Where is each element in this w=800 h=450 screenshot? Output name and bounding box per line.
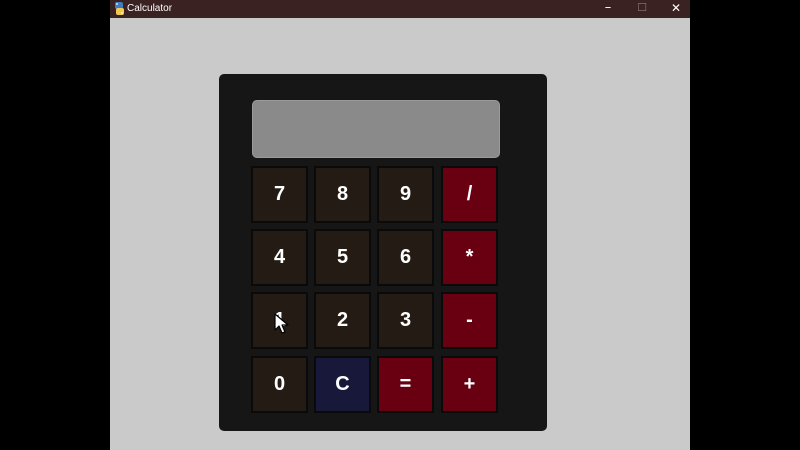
key-subtract[interactable]: -	[441, 292, 498, 349]
close-icon: ✕	[670, 1, 682, 15]
key-1[interactable]: 1	[251, 292, 308, 349]
maximize-button[interactable]: ☐	[625, 0, 659, 18]
key-7[interactable]: 7	[251, 166, 308, 223]
key-add[interactable]: +	[441, 356, 498, 413]
key-equals[interactable]: =	[377, 356, 434, 413]
key-0[interactable]: 0	[251, 356, 308, 413]
key-9[interactable]: 9	[377, 166, 434, 223]
calculator-body: 7 8 9 / 4 5 6 * 1 2 3 - 0 C = +	[219, 74, 547, 431]
python-icon	[114, 2, 125, 15]
key-clear[interactable]: C	[314, 356, 371, 413]
calculator-display	[252, 100, 500, 158]
client-area: 7 8 9 / 4 5 6 * 1 2 3 - 0 C = +	[110, 18, 690, 450]
key-4[interactable]: 4	[251, 229, 308, 286]
close-button[interactable]: ✕	[659, 0, 693, 18]
key-8[interactable]: 8	[314, 166, 371, 223]
key-6[interactable]: 6	[377, 229, 434, 286]
minimize-button[interactable]: –	[591, 0, 625, 18]
maximize-icon: ☐	[637, 1, 647, 14]
key-multiply[interactable]: *	[441, 229, 498, 286]
key-divide[interactable]: /	[441, 166, 498, 223]
title-bar[interactable]: Calculator – ☐ ✕	[110, 0, 690, 18]
key-2[interactable]: 2	[314, 292, 371, 349]
minimize-icon: –	[604, 0, 612, 15]
key-5[interactable]: 5	[314, 229, 371, 286]
key-3[interactable]: 3	[377, 292, 434, 349]
window-title: Calculator	[127, 3, 173, 14]
calculator-window: Calculator – ☐ ✕ 7 8 9 / 4 5 6 * 1 2 3 -…	[110, 0, 690, 450]
